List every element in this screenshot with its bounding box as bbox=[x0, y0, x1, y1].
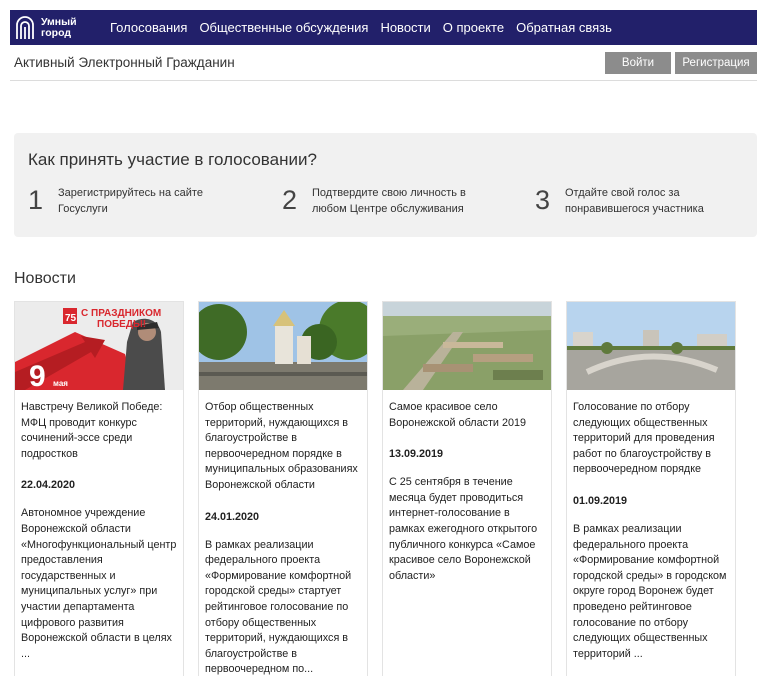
card-date: 24.01.2020 bbox=[205, 510, 260, 523]
how-title: Как принять участие в голосовании? bbox=[28, 150, 317, 169]
site-subtitle: Активный Электронный Гражданин bbox=[14, 55, 235, 70]
victory-day-poster-image: 75 С ПРАЗДНИКОМ ПОБЕДЫ! 9 мая bbox=[15, 302, 183, 390]
card-date: 01.09.2019 bbox=[573, 494, 628, 507]
card-text: Автономное учреждение Воронежской област… bbox=[21, 507, 177, 660]
news-card[interactable]: 75 С ПРАЗДНИКОМ ПОБЕДЫ! 9 мая Навстречу … bbox=[14, 301, 184, 676]
step-1: 1 Зарегистрируйтесь на сайте Госуслуги bbox=[28, 185, 228, 217]
news-card[interactable]: Отбор общественных территорий, нуждающих… bbox=[198, 301, 368, 676]
step-text: Зарегистрируйтесь на сайте Госуслуги bbox=[58, 187, 203, 215]
how-to-participate-panel: Как принять участие в голосовании? 1 Зар… bbox=[14, 133, 757, 237]
logo-line-2: город bbox=[41, 26, 72, 39]
card-date: 13.09.2019 bbox=[389, 448, 444, 461]
news-card[interactable]: Голосование по отбору следующих обществе… bbox=[566, 301, 736, 676]
card-body: Навстречу Великой Победе: МФЦ проводит к… bbox=[15, 390, 183, 662]
card-body: Самое красивое село Воронежской области … bbox=[383, 390, 551, 584]
city-square-photo-image bbox=[567, 302, 735, 390]
card-title[interactable]: Отбор общественных территорий, нуждающих… bbox=[205, 400, 361, 494]
step-number: 3 bbox=[535, 185, 551, 215]
card-title[interactable]: Самое красивое село Воронежской области … bbox=[389, 400, 545, 431]
card-body: Голосование по отбору следующих обществе… bbox=[567, 390, 735, 662]
register-button[interactable]: Регистрация bbox=[675, 51, 757, 74]
step-2: 2 Подтвердите свою личность в любом Цент… bbox=[282, 185, 482, 217]
news-heading: Новости bbox=[14, 270, 76, 287]
card-text: В рамках реализации федерального проекта… bbox=[573, 522, 727, 660]
logo-line-1: Умный bbox=[41, 15, 77, 28]
nav-news[interactable]: Новости bbox=[380, 20, 430, 35]
card-text: В рамках реализации федерального проекта… bbox=[205, 538, 352, 676]
card-title[interactable]: Голосование по отбору следующих обществе… bbox=[573, 400, 729, 478]
nav-public-discussions[interactable]: Общественные обсуждения bbox=[199, 20, 368, 35]
nav-about[interactable]: О проекте bbox=[443, 20, 504, 35]
nav-feedback[interactable]: Обратная связь bbox=[516, 20, 612, 35]
svg-text:75: 75 bbox=[65, 313, 77, 324]
top-navbar: Умный город Голосования Общественные обс… bbox=[10, 10, 757, 45]
banner-line-1: С ПРАЗДНИКОМ bbox=[81, 308, 161, 319]
news-card[interactable]: Самое красивое село Воронежской области … bbox=[382, 301, 552, 676]
banner-line-2: ПОБЕДЫ! bbox=[97, 319, 146, 330]
city-park-photo-image bbox=[199, 302, 367, 390]
banner-day: 9 bbox=[29, 360, 46, 390]
card-title[interactable]: Навстречу Великой Победе: МФЦ проводит к… bbox=[21, 400, 177, 462]
card-text: С 25 сентября в течение месяца будет про… bbox=[389, 476, 538, 582]
main-nav: Голосования Общественные обсуждения Ново… bbox=[110, 20, 624, 35]
card-date: 22.04.2020 bbox=[21, 479, 76, 492]
user-bar: Активный Электронный Гражданин Войти Рег… bbox=[10, 45, 757, 81]
step-3: 3 Отдайте свой голос за понравившегося у… bbox=[535, 185, 735, 217]
step-text: Отдайте свой голос за понравившегося уча… bbox=[565, 187, 704, 215]
village-aerial-photo-image bbox=[383, 302, 551, 390]
login-button[interactable]: Войти bbox=[605, 51, 671, 74]
banner-month: мая bbox=[53, 379, 68, 388]
step-number: 2 bbox=[282, 185, 298, 215]
logo[interactable]: Умный город bbox=[14, 15, 110, 41]
nav-votes[interactable]: Голосования bbox=[110, 20, 187, 35]
logo-text: Умный город bbox=[41, 15, 77, 39]
card-body: Отбор общественных территорий, нуждающих… bbox=[199, 390, 367, 676]
smart-city-logo-icon bbox=[16, 15, 34, 39]
step-text: Подтвердите свою личность в любом Центре… bbox=[312, 187, 466, 215]
step-number: 1 bbox=[28, 185, 44, 215]
